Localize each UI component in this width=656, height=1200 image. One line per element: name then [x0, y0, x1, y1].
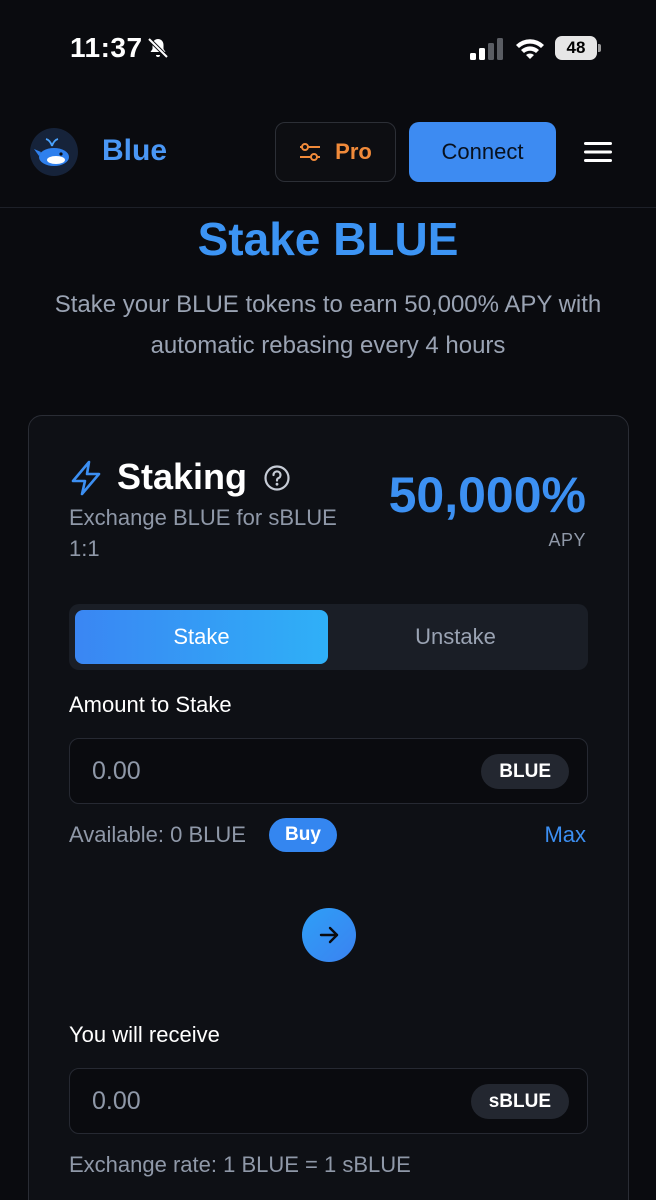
whale-logo-icon[interactable]: [30, 128, 78, 176]
arrow-right-icon: [319, 926, 339, 944]
lightning-bolt-icon: [71, 460, 101, 496]
tab-unstake[interactable]: Unstake: [329, 610, 582, 664]
tab-stake[interactable]: Stake: [75, 610, 328, 664]
card-title: Staking: [117, 456, 248, 497]
apy-value: 50,000%: [388, 467, 586, 523]
token-chip-sblue: sBLUE: [470, 1084, 569, 1119]
exchange-rate: Exchange rate: 1 BLUE = 1 sBLUE: [69, 1152, 411, 1177]
app-header: Blue Pro Connect: [0, 96, 656, 208]
receive-output: [70, 1069, 450, 1133]
battery-level: 48: [555, 36, 597, 60]
apy-label: APY: [548, 530, 586, 550]
amount-field: BLUE: [69, 738, 588, 804]
cellular-signal-icon: [470, 38, 503, 60]
hamburger-menu-icon[interactable]: [584, 140, 612, 164]
status-bar: 11:37 48: [0, 0, 656, 96]
battery-indicator: 48: [555, 36, 601, 60]
connect-button[interactable]: Connect: [409, 122, 556, 182]
staking-card: Staking Exchange BLUE for sBLUE 1:1 50,0…: [28, 415, 629, 1200]
token-chip-blue: BLUE: [481, 754, 569, 789]
amount-label: Amount to Stake: [69, 692, 232, 717]
page-subtitle: Stake your BLUE tokens to earn 50,000% A…: [54, 291, 602, 359]
wifi-icon: [516, 39, 544, 59]
brand-name[interactable]: Blue: [102, 134, 167, 168]
card-description: Exchange BLUE for sBLUE 1:1: [69, 505, 337, 561]
stake-mode-tabs: Stake Unstake: [69, 604, 588, 670]
bell-slash-icon: [147, 37, 169, 59]
available-balance: Available: 0 BLUE: [69, 822, 246, 847]
max-button[interactable]: Max: [544, 822, 586, 848]
receive-label: You will receive: [69, 1022, 220, 1047]
receive-field: sBLUE: [69, 1068, 588, 1134]
staking-page: 11:37 48 Blue Pro Connect Stake BLUE Sta…: [0, 0, 656, 1200]
battery-nub: [598, 44, 601, 52]
buy-button[interactable]: Buy: [269, 818, 337, 852]
amount-input[interactable]: [70, 739, 450, 803]
page-title: Stake BLUE: [197, 213, 459, 265]
swap-arrow-button[interactable]: [302, 908, 356, 962]
sliders-icon: [300, 143, 321, 161]
pro-label: Pro: [335, 139, 372, 164]
pro-button[interactable]: Pro: [275, 122, 396, 182]
question-circle-icon[interactable]: [263, 464, 291, 492]
status-time: 11:37: [70, 32, 143, 63]
